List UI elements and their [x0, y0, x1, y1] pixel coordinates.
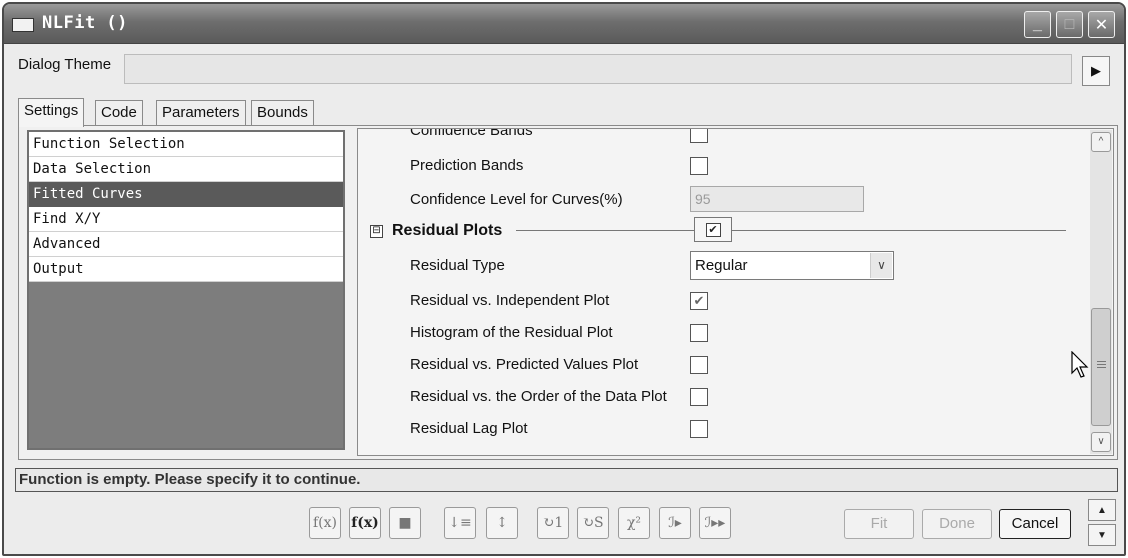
confidence-level-label: Confidence Level for Curves(%) — [410, 191, 623, 208]
nav-item-fitted-curves[interactable]: Fitted Curves — [29, 182, 343, 207]
minimize-button[interactable]: _ — [1024, 11, 1051, 38]
collapse-icon[interactable]: ⊟ — [370, 225, 383, 238]
collapse-up-icon[interactable]: ▲ — [1088, 499, 1116, 521]
tab-settings[interactable]: Settings — [18, 98, 85, 127]
window-icon — [12, 18, 34, 32]
residual-lag-checkbox[interactable] — [690, 420, 708, 438]
nav-item-data-selection[interactable]: Data Selection — [29, 157, 343, 182]
prediction-bands-checkbox[interactable] — [690, 157, 708, 175]
settings-panel: Function Selection Data Selection Fitted… — [18, 125, 1118, 460]
dialog-theme-field[interactable] — [124, 54, 1072, 84]
nav-item-function-selection[interactable]: Function Selection — [29, 132, 343, 157]
dialog-theme-label: Dialog Theme — [18, 56, 112, 73]
residual-histogram-label: Histogram of the Residual Plot — [410, 324, 613, 341]
fit-until-converged-icon[interactable]: ℐ▸ — [659, 507, 691, 539]
nav-item-advanced[interactable]: Advanced — [29, 232, 343, 257]
vertical-scrollbar[interactable]: ^ ∨ — [1090, 130, 1112, 454]
nav-item-find-xy[interactable]: Find X/Y — [29, 207, 343, 232]
residual-order-label: Residual vs. the Order of the Data Plot — [410, 388, 667, 405]
function-builder-icon[interactable]: f(x) — [309, 507, 341, 539]
done-button[interactable]: Done — [922, 509, 992, 539]
residual-type-select[interactable]: Regular ∨ — [690, 251, 894, 280]
mouse-pointer-icon — [1071, 351, 1089, 378]
residual-type-value: Regular — [695, 257, 748, 274]
parameter-initialize-icon[interactable]: ↕ — [486, 507, 518, 539]
title-bar[interactable]: NLFit () _ □ ✕ — [4, 4, 1124, 44]
confidence-level-input[interactable]: 95 — [690, 186, 864, 212]
settings-nav-list: Function Selection Data Selection Fitted… — [27, 130, 345, 450]
residual-independent-checkbox[interactable]: ✔ — [690, 292, 708, 310]
scroll-up-icon[interactable]: ^ — [1091, 132, 1111, 152]
fit-iterations-icon[interactable]: ℐ▸▸ — [699, 507, 731, 539]
residual-predicted-checkbox[interactable] — [690, 356, 708, 374]
nav-item-output[interactable]: Output — [29, 257, 343, 282]
property-grid: Confidence Bands Prediction Bands Confid… — [357, 128, 1114, 456]
nlfit-dialog: NLFit () _ □ ✕ Dialog Theme ▶ Settings C… — [2, 2, 1126, 556]
tab-code[interactable]: Code — [95, 100, 143, 126]
cancel-button[interactable]: Cancel — [999, 509, 1071, 539]
check-icon: ✔ — [705, 222, 721, 237]
confidence-bands-label: Confidence Bands — [410, 128, 533, 139]
save-icon[interactable]: ■ — [389, 507, 421, 539]
scrollbar-thumb[interactable] — [1091, 308, 1111, 426]
prediction-bands-label: Prediction Bands — [410, 157, 524, 174]
residual-histogram-checkbox[interactable] — [690, 324, 708, 342]
simplex-iteration-icon[interactable]: ↻S — [577, 507, 609, 539]
fit-button[interactable]: Fit — [844, 509, 914, 539]
dialog-theme-menu-button[interactable]: ▶ — [1082, 56, 1110, 86]
scroll-down-icon[interactable]: ∨ — [1091, 432, 1111, 452]
tab-bounds[interactable]: Bounds — [251, 100, 314, 126]
status-message: Function is empty. Please specify it to … — [15, 468, 1118, 492]
residual-order-checkbox[interactable] — [690, 388, 708, 406]
window-title: NLFit () — [42, 13, 128, 33]
maximize-button[interactable]: □ — [1056, 11, 1083, 38]
residual-independent-label: Residual vs. Independent Plot — [410, 292, 610, 309]
residual-lag-label: Residual Lag Plot — [410, 420, 528, 437]
residual-predicted-label: Residual vs. Predicted Values Plot — [410, 356, 639, 373]
section-divider — [516, 230, 1066, 231]
expand-down-icon[interactable]: ▼ — [1088, 524, 1116, 546]
residual-plots-heading: Residual Plots — [392, 222, 503, 239]
chevron-down-icon[interactable]: ∨ — [870, 253, 892, 278]
close-button[interactable]: ✕ — [1088, 11, 1115, 38]
residual-type-label: Residual Type — [410, 257, 505, 274]
confidence-bands-checkbox[interactable] — [690, 129, 708, 143]
residual-plots-toggle[interactable]: ✔ — [694, 217, 732, 242]
chi-square-icon[interactable]: χ² — [618, 507, 650, 539]
right-triangle-icon: ▶ — [1091, 63, 1101, 78]
one-iteration-icon[interactable]: ↻1 — [537, 507, 569, 539]
function-organizer-icon[interactable]: f(x) — [349, 507, 381, 539]
sort-icon[interactable]: ↓≡ — [444, 507, 476, 539]
tab-parameters[interactable]: Parameters — [156, 100, 246, 126]
